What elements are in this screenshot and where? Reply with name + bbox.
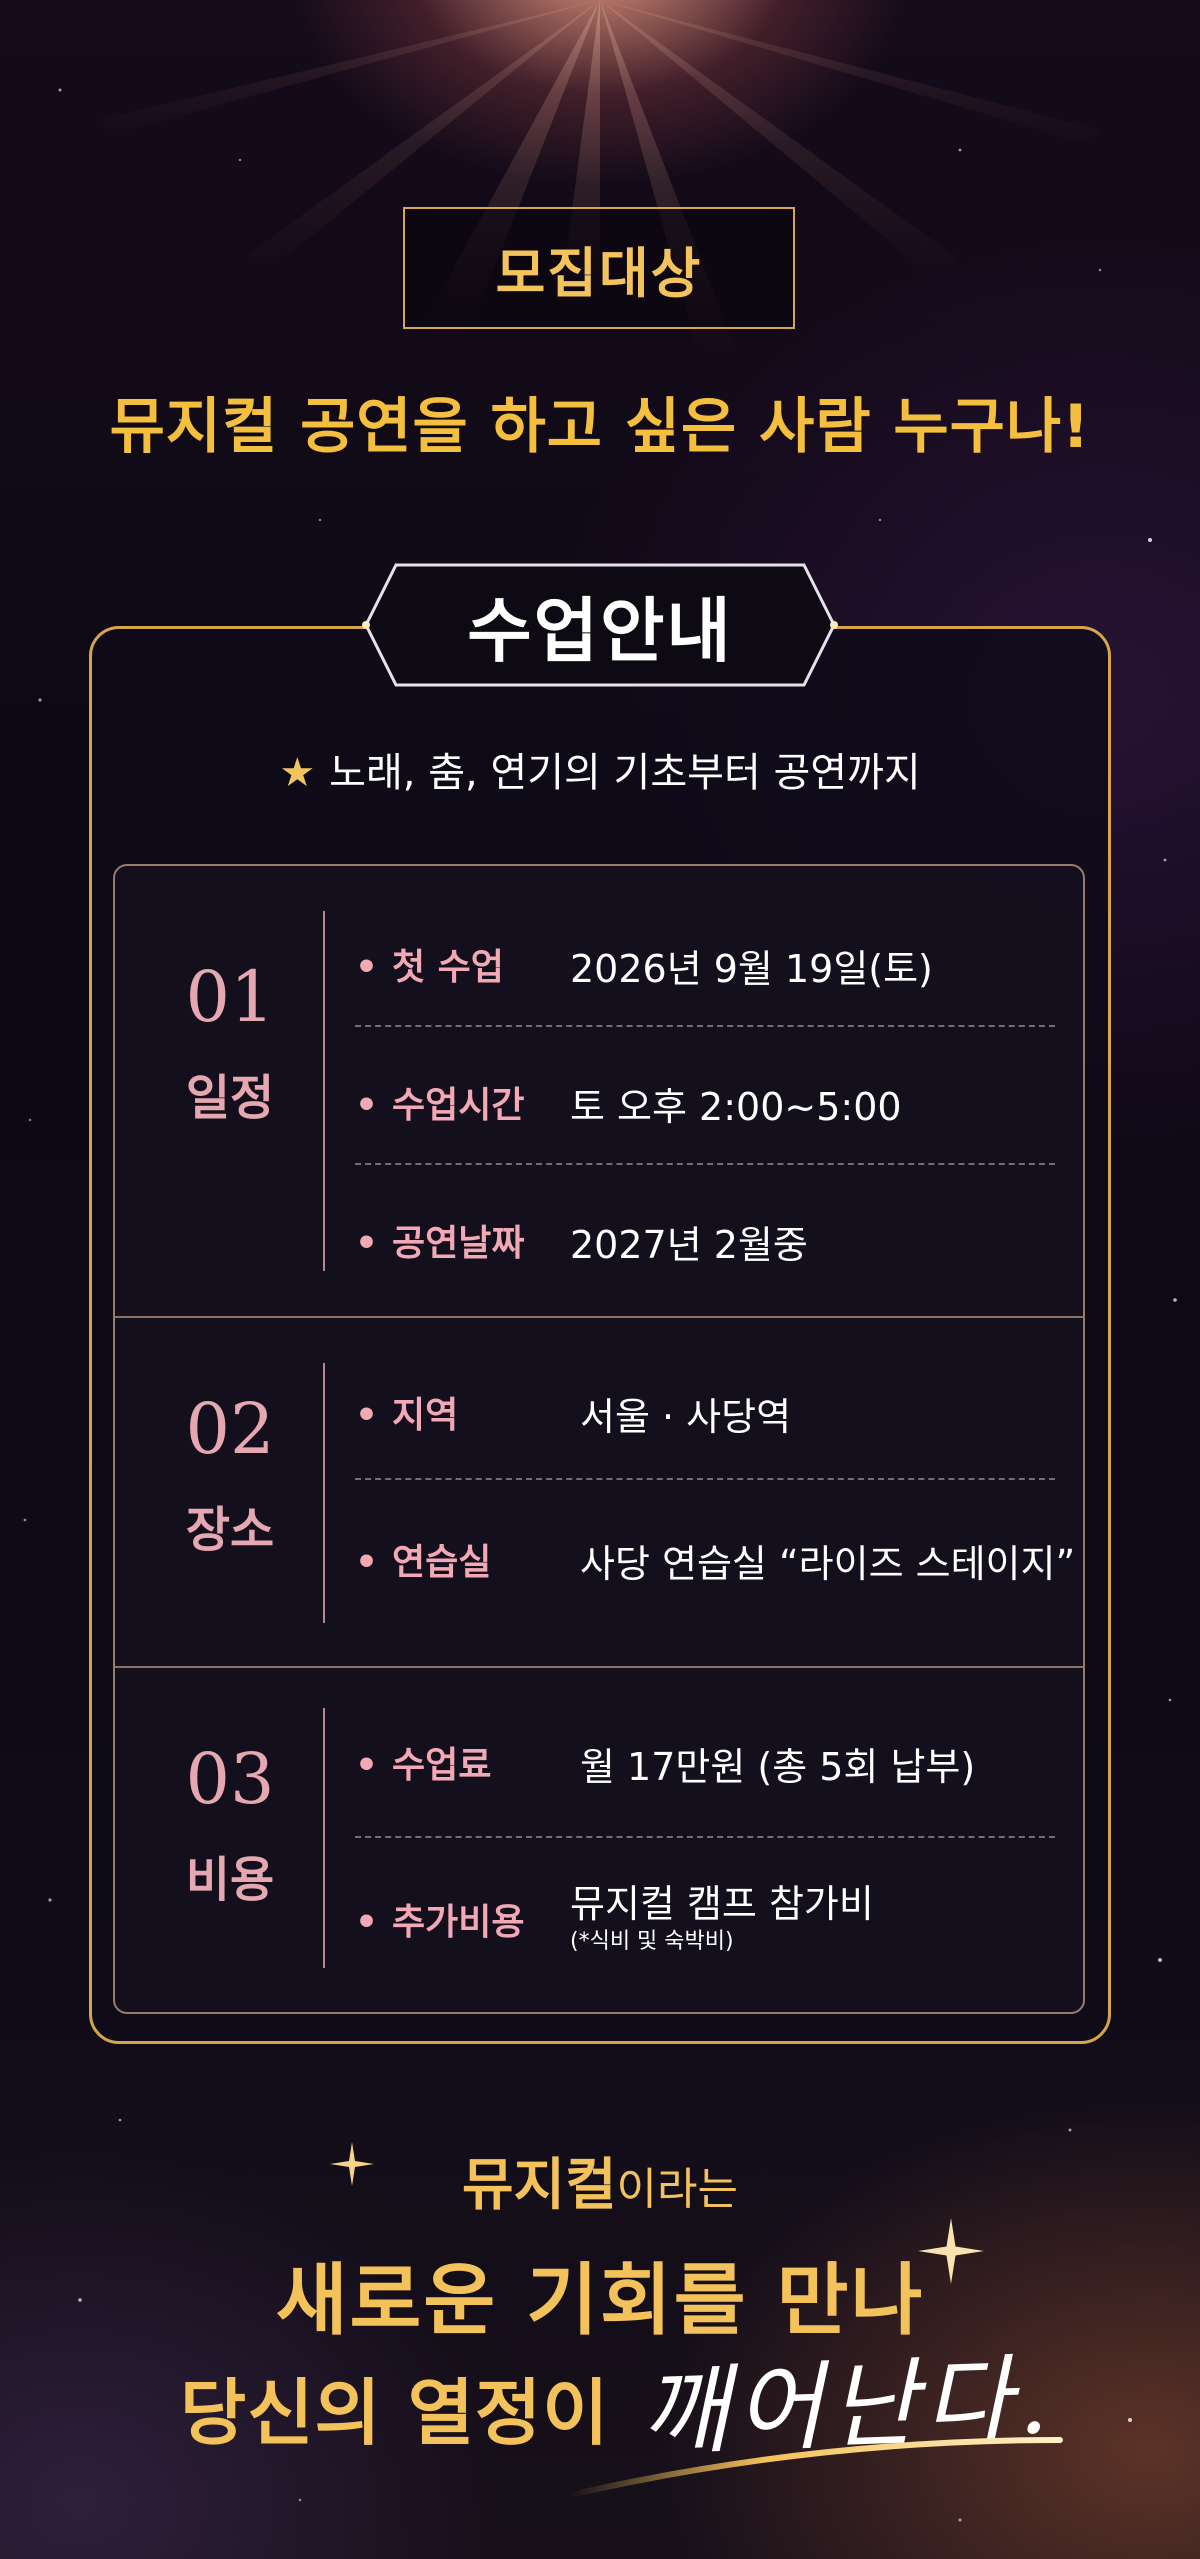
row-label: 수업료 <box>355 1736 491 1788</box>
section-schedule: 01 일정 첫 수업 2026년 9월 19일(토) 수업시간 토 오후 2:0… <box>115 866 1083 1316</box>
closing-line-1: 뮤지컬이라는 <box>0 2140 1200 2221</box>
row-note: (*식비 및 숙박비) <box>570 1929 734 1954</box>
closing-musical: 뮤지컬 <box>461 2153 617 2218</box>
row-value: 서울 · 사당역 <box>580 1395 792 1439</box>
section-title: 장소 <box>185 1502 275 1558</box>
section-divider <box>323 1363 325 1623</box>
section-number: 01 <box>185 956 275 1038</box>
row-label: 지역 <box>355 1386 458 1438</box>
row-value: 토 오후 2:00~5:00 <box>570 1085 902 1129</box>
section-title: 비용 <box>185 1852 275 1908</box>
dashed-divider <box>355 1478 1055 1480</box>
recruit-target-tag: 모집대상 <box>403 207 795 329</box>
row-value: 뮤지컬 캠프 참가비 <box>570 1882 874 1926</box>
row-value: 2026년 9월 19일(토) <box>570 947 933 991</box>
section-cost: 03 비용 수업료 월 17만원 (총 5회 납부) 추가비용 뮤지컬 캠프 참… <box>115 1666 1083 2014</box>
closing-suffix: 이라는 <box>616 2164 738 2215</box>
dashed-divider <box>355 1836 1055 1838</box>
row-label: 수업시간 <box>355 1076 524 1128</box>
row-value: 월 17만원 (총 5회 납부) <box>580 1745 976 1789</box>
section-location: 02 장소 지역 서울 · 사당역 연습실 사당 연습실 “라이즈 스테이지” <box>115 1316 1083 1668</box>
section-number: 02 <box>185 1388 275 1470</box>
recruit-target-label: 모집대상 <box>495 241 703 305</box>
row-label: 연습실 <box>355 1533 491 1585</box>
class-info-subtitle: ★ 노래, 춤, 연기의 기초부터 공연까지 <box>0 740 1200 798</box>
dashed-divider <box>355 1025 1055 1027</box>
section-number: 03 <box>185 1738 275 1820</box>
recruit-headline: 뮤지컬 공연을 하고 싶은 사람 누구나! <box>109 392 1091 462</box>
subtitle-text: 노래, 춤, 연기의 기초부터 공연까지 <box>329 750 921 796</box>
gold-swoosh <box>567 2437 1063 2498</box>
row-label: 첫 수업 <box>355 938 504 990</box>
info-table: 01 일정 첫 수업 2026년 9월 19일(토) 수업시간 토 오후 2:0… <box>113 864 1085 2014</box>
section-title: 일정 <box>185 1070 275 1126</box>
dashed-divider <box>355 1163 1055 1165</box>
row-label: 공연날짜 <box>355 1214 524 1266</box>
class-info-title: 수업안내 <box>467 589 733 672</box>
section-divider <box>323 911 325 1271</box>
row-value: 2027년 2월중 <box>570 1223 808 1267</box>
star-icon: ★ <box>279 750 316 796</box>
closing-line-3: 당신의 열정이 <box>180 2371 610 2455</box>
row-label: 추가비용 <box>355 1893 524 1945</box>
section-divider <box>323 1708 325 1968</box>
row-value: 사당 연습실 “라이즈 스테이지” <box>580 1542 1076 1586</box>
